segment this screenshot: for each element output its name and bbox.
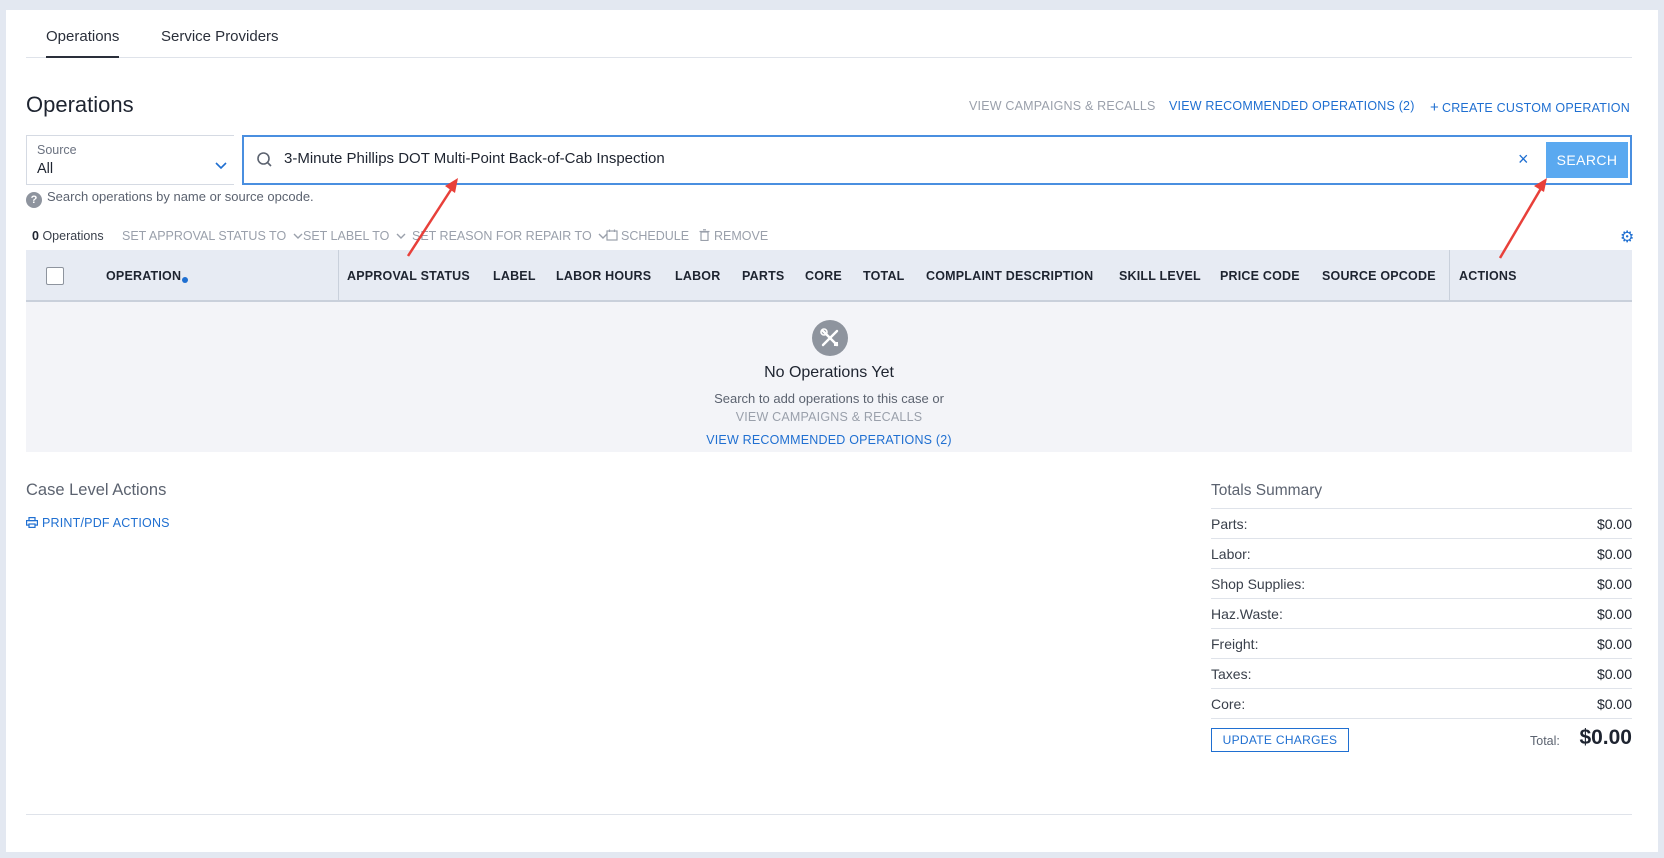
print-pdf-actions-link[interactable]: PRINT/PDF ACTIONS <box>26 516 170 530</box>
set-reason-dropdown[interactable]: SET REASON FOR REPAIR TO <box>412 229 608 243</box>
create-custom-operation-link[interactable]: + CREATE CUSTOM OPERATION <box>1430 99 1630 116</box>
column-source-opcode[interactable]: SOURCE OPCODE <box>1322 269 1436 283</box>
totals-value: $0.00 <box>1596 666 1632 682</box>
empty-state-title: No Operations Yet <box>764 364 894 381</box>
tab-operations[interactable]: Operations <box>46 28 120 58</box>
empty-state: No Operations Yet Search to add operatio… <box>26 302 1632 452</box>
operations-count: 0 Operations <box>32 229 104 243</box>
column-parts[interactable]: PARTS <box>742 269 784 283</box>
tab-bar: Operations Service Providers <box>26 10 1632 58</box>
chevron-down-icon <box>293 233 303 239</box>
search-button[interactable]: SEARCH <box>1546 142 1628 178</box>
set-label-label: SET LABEL TO <box>303 229 390 243</box>
sort-indicator-icon <box>182 277 189 283</box>
printer-icon <box>26 517 39 529</box>
schedule-button[interactable]: SCHEDULE <box>606 229 689 243</box>
create-custom-operation-label: CREATE CUSTOM OPERATION <box>1441 101 1630 115</box>
column-label[interactable]: LABEL <box>493 269 536 283</box>
totals-row-shop-supplies: Shop Supplies: $0.00 <box>1211 569 1632 599</box>
column-operation[interactable]: OPERATION <box>106 269 189 283</box>
view-recommended-link[interactable]: VIEW RECOMMENDED OPERATIONS (2) <box>1169 99 1415 113</box>
set-label-dropdown[interactable]: SET LABEL TO <box>303 229 406 243</box>
column-core[interactable]: CORE <box>805 269 842 283</box>
update-charges-button[interactable]: UPDATE CHARGES <box>1211 728 1349 752</box>
operations-page: Operations Service Providers Operations … <box>6 10 1658 852</box>
question-icon: ? <box>26 192 42 208</box>
page-title: Operations <box>26 92 134 117</box>
totals-label: Haz.Waste: <box>1211 606 1283 622</box>
select-all-checkbox[interactable] <box>46 267 64 285</box>
totals-label: Labor: <box>1211 546 1251 562</box>
operations-count-number: 0 <box>32 229 39 243</box>
column-actions: ACTIONS <box>1459 269 1517 283</box>
totals-value: $0.00 <box>1596 576 1632 592</box>
empty-state-text: Search to add operations to this case or <box>714 391 944 406</box>
chevron-down-icon <box>215 162 227 170</box>
gear-icon[interactable]: ⚙ <box>1620 227 1634 247</box>
close-icon[interactable]: × <box>1518 149 1529 170</box>
totals-label: Parts: <box>1211 516 1248 532</box>
totals-row-haz-waste: Haz.Waste: $0.00 <box>1211 599 1632 629</box>
search-hint-text: Search operations by name or source opco… <box>47 189 314 204</box>
schedule-label: SCHEDULE <box>621 229 690 243</box>
view-campaigns-link[interactable]: VIEW CAMPAIGNS & RECALLS <box>969 99 1156 113</box>
case-level-actions-title: Case Level Actions <box>26 481 167 499</box>
search-hint: ? Search operations by name or source opc… <box>26 189 314 208</box>
column-labor-hours[interactable]: LABOR HOURS <box>556 269 651 283</box>
totals-label: Freight: <box>1211 636 1259 652</box>
grand-total-value: $0.00 <box>1579 726 1632 749</box>
totals-row-freight: Freight: $0.00 <box>1211 629 1632 659</box>
tab-service-providers[interactable]: Service Providers <box>161 28 279 45</box>
totals-value: $0.00 <box>1596 696 1632 712</box>
operations-table-header: OPERATION APPROVAL STATUS LABEL LABOR HO… <box>26 250 1632 302</box>
source-value: All <box>37 161 54 177</box>
source-label: Source <box>37 143 77 157</box>
print-pdf-actions-label: PRINT/PDF ACTIONS <box>42 516 170 530</box>
totals-summary-table: Parts: $0.00 Labor: $0.00 Shop Supplies: $0… <box>1211 508 1632 719</box>
empty-campaigns-link[interactable]: VIEW CAMPAIGNS & RECALLS <box>736 410 923 424</box>
column-price-code[interactable]: PRICE CODE <box>1220 269 1300 283</box>
set-reason-label: SET REASON FOR REPAIR TO <box>412 229 592 243</box>
tools-icon <box>812 320 848 356</box>
calendar-icon <box>606 229 618 241</box>
totals-label: Core: <box>1211 696 1246 712</box>
totals-row-core: Core: $0.00 <box>1211 689 1632 719</box>
remove-button[interactable]: REMOVE <box>699 229 768 243</box>
column-operation-label: OPERATION <box>106 269 182 283</box>
totals-row-labor: Labor: $0.00 <box>1211 539 1632 569</box>
empty-recommended-link[interactable]: VIEW RECOMMENDED OPERATIONS (2) <box>706 433 952 447</box>
operations-count-label: Operations <box>42 229 104 243</box>
grand-total-label: Total: <box>1530 734 1560 748</box>
totals-value: $0.00 <box>1596 636 1632 652</box>
search-input-value[interactable]: 3-Minute Phillips DOT Multi-Point Back-o… <box>284 150 665 167</box>
totals-value: $0.00 <box>1596 516 1632 532</box>
totals-value: $0.00 <box>1596 546 1632 562</box>
totals-value: $0.00 <box>1596 606 1632 622</box>
plus-icon: + <box>1430 99 1439 116</box>
trash-icon <box>699 229 710 242</box>
set-approval-status-dropdown[interactable]: SET APPROVAL STATUS TO <box>122 229 303 243</box>
column-skill-level[interactable]: SKILL LEVEL <box>1119 269 1201 283</box>
chevron-down-icon <box>396 233 406 239</box>
remove-label: REMOVE <box>714 229 769 243</box>
totals-label: Shop Supplies: <box>1211 576 1306 592</box>
column-approval-status[interactable]: APPROVAL STATUS <box>347 269 470 283</box>
column-complaint-description[interactable]: COMPLAINT DESCRIPTION <box>926 269 1093 283</box>
totals-label: Taxes: <box>1211 666 1252 682</box>
column-total[interactable]: TOTAL <box>863 269 905 283</box>
source-select[interactable]: Source All <box>26 135 234 185</box>
footer-divider <box>26 814 1632 815</box>
totals-summary-title: Totals Summary <box>1211 482 1323 499</box>
set-approval-status-label: SET APPROVAL STATUS TO <box>122 229 287 243</box>
search-icon <box>257 152 272 167</box>
totals-row-taxes: Taxes: $0.00 <box>1211 659 1632 689</box>
search-input[interactable]: 3-Minute Phillips DOT Multi-Point Back-o… <box>242 135 1632 185</box>
column-labor[interactable]: LABOR <box>675 269 720 283</box>
totals-row-parts: Parts: $0.00 <box>1211 509 1632 539</box>
